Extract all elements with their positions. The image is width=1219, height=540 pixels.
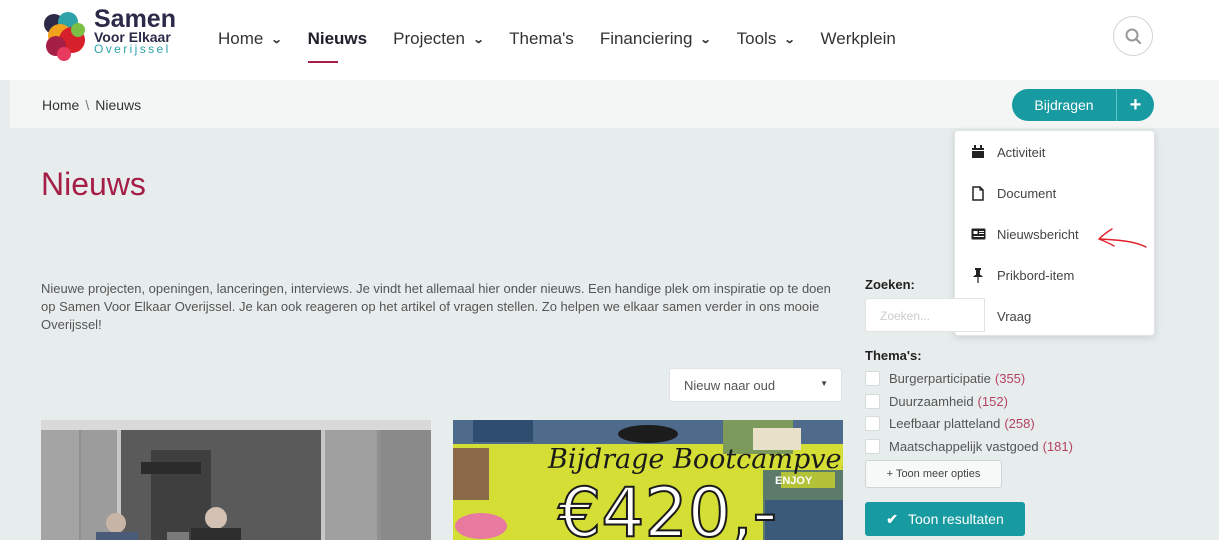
theme-label: Duurzaamheid: [889, 394, 974, 409]
nav-item-label: Projecten: [393, 29, 465, 48]
poster-label: ENJOY: [775, 475, 813, 487]
nav-item-label: Werkplein: [820, 29, 896, 48]
breadcrumb-home-link[interactable]: Home: [42, 97, 79, 113]
menu-item-prikbord[interactable]: Prikbord-item: [955, 255, 1155, 295]
chevron-down-icon: ⌄: [270, 33, 283, 46]
caret-down-icon: ▼: [820, 379, 828, 388]
pin-icon: [969, 267, 987, 283]
theme-count: (181): [1042, 439, 1073, 454]
checkmark-icon: ✔: [886, 510, 898, 527]
theme-filter-duurzaamheid[interactable]: Duurzaamheid (152): [865, 394, 1008, 409]
poster-amount: €420,-: [558, 474, 777, 540]
nav-item-nieuws[interactable]: Nieuws: [307, 29, 368, 63]
theme-count: (152): [977, 394, 1008, 409]
nav-item-label: Home: [218, 29, 264, 48]
theme-count: (258): [1004, 416, 1035, 431]
theme-filter-leefbaar-platteland[interactable]: Leefbaar platteland (258): [865, 416, 1035, 431]
nav-item-tools[interactable]: Tools ⌄: [736, 29, 796, 49]
show-results-label: Toon resultaten: [908, 511, 1004, 527]
contribute-button-group: Bijdragen +: [1012, 89, 1154, 121]
chevron-down-icon: ⌄: [472, 33, 485, 46]
menu-item-label: Vraag: [997, 308, 1032, 324]
header-search-button[interactable]: [1113, 16, 1153, 56]
theme-filter-maatschappelijk-vastgoed[interactable]: Maatschappelijk vastgoed (181): [865, 439, 1073, 454]
page-title: Nieuws: [41, 166, 146, 202]
checkbox[interactable]: [865, 371, 880, 386]
search-input[interactable]: Zoeken...: [865, 298, 985, 332]
contribute-plus-button[interactable]: +: [1116, 89, 1154, 121]
chevron-down-icon: ⌄: [700, 33, 713, 46]
site-header: Samen Voor Elkaar Overijssel Home ⌄ Nieuw…: [0, 0, 1219, 80]
checkbox[interactable]: [865, 416, 880, 431]
breadcrumb-separator: \: [85, 97, 90, 113]
plus-icon: +: [1129, 93, 1142, 116]
checkbox[interactable]: [865, 439, 880, 454]
logo-mark-icon: [44, 12, 85, 61]
menu-item-vraag[interactable]: ? Vraag: [955, 296, 1155, 336]
menu-item-document[interactable]: Document: [955, 173, 1155, 213]
nav-item-financiering[interactable]: Financiering ⌄: [599, 29, 713, 49]
theme-label: Leefbaar platteland: [889, 416, 1001, 431]
theme-label: Maatschappelijk vastgoed: [889, 439, 1039, 454]
menu-item-label: Document: [997, 185, 1057, 201]
main-nav: Home ⌄ Nieuws Projecten ⌄ Thema's Financie…: [218, 27, 922, 63]
bootcamp-poster-image: Bijdrage Bootcampveld €420,- ENJOY: [453, 420, 843, 540]
search-icon: [1125, 28, 1142, 45]
site-logo[interactable]: Samen Voor Elkaar Overijssel: [42, 6, 182, 66]
sort-select[interactable]: Nieuw naar oud ▼: [669, 368, 842, 402]
chevron-down-icon: ⌄: [783, 33, 796, 46]
contribute-button[interactable]: Bijdragen: [1012, 89, 1116, 121]
show-more-options-button[interactable]: + Toon meer opties: [865, 460, 1002, 488]
newspaper-icon: [969, 226, 987, 242]
menu-item-label: Activiteit: [997, 144, 1046, 160]
nav-item-label: Financiering: [599, 29, 693, 48]
intro-text: Nieuwe projecten, openingen, lanceringen…: [41, 281, 831, 332]
breadcrumb-current: Nieuws: [95, 97, 142, 113]
logo-text-line3: Overijssel: [94, 42, 171, 56]
checkbox[interactable]: [865, 394, 880, 409]
sort-selected-value: Nieuw naar oud: [684, 378, 776, 393]
nav-item-label: Nieuws: [307, 29, 368, 48]
news-card-image[interactable]: Bijdrage Bootcampveld €420,- ENJOY: [453, 420, 843, 540]
theme-label: Burgerparticipatie: [889, 371, 991, 386]
nav-item-projecten[interactable]: Projecten ⌄: [393, 29, 485, 49]
breadcrumb: Home \ Nieuws: [42, 97, 141, 113]
menu-item-label: Prikbord-item: [997, 267, 1075, 283]
nav-item-label: Thema's: [509, 29, 574, 48]
photo-two-men-image: [41, 420, 431, 540]
nav-item-home[interactable]: Home ⌄: [218, 29, 283, 49]
theme-count: (355): [994, 371, 1026, 386]
theme-filter-burgerparticipatie[interactable]: Burgerparticipatie (355): [865, 371, 1025, 386]
show-results-button[interactable]: ✔ Toon resultaten: [865, 502, 1025, 536]
nav-item-werkplein[interactable]: Werkplein: [821, 29, 896, 49]
search-label: Zoeken:: [865, 277, 915, 292]
menu-item-label: Nieuwsbericht: [997, 226, 1079, 242]
themes-label: Thema's:: [865, 348, 922, 363]
news-card-image[interactable]: [41, 420, 431, 540]
poster-text: Bijdrage Bootcampveld: [547, 444, 843, 475]
menu-item-activiteit[interactable]: Activiteit: [955, 132, 1155, 172]
calendar-icon: [969, 144, 987, 160]
nav-item-themas[interactable]: Thema's: [509, 29, 574, 49]
document-icon: [969, 185, 987, 201]
nav-item-label: Tools: [736, 29, 777, 48]
annotation-arrow-icon: [1097, 228, 1147, 248]
